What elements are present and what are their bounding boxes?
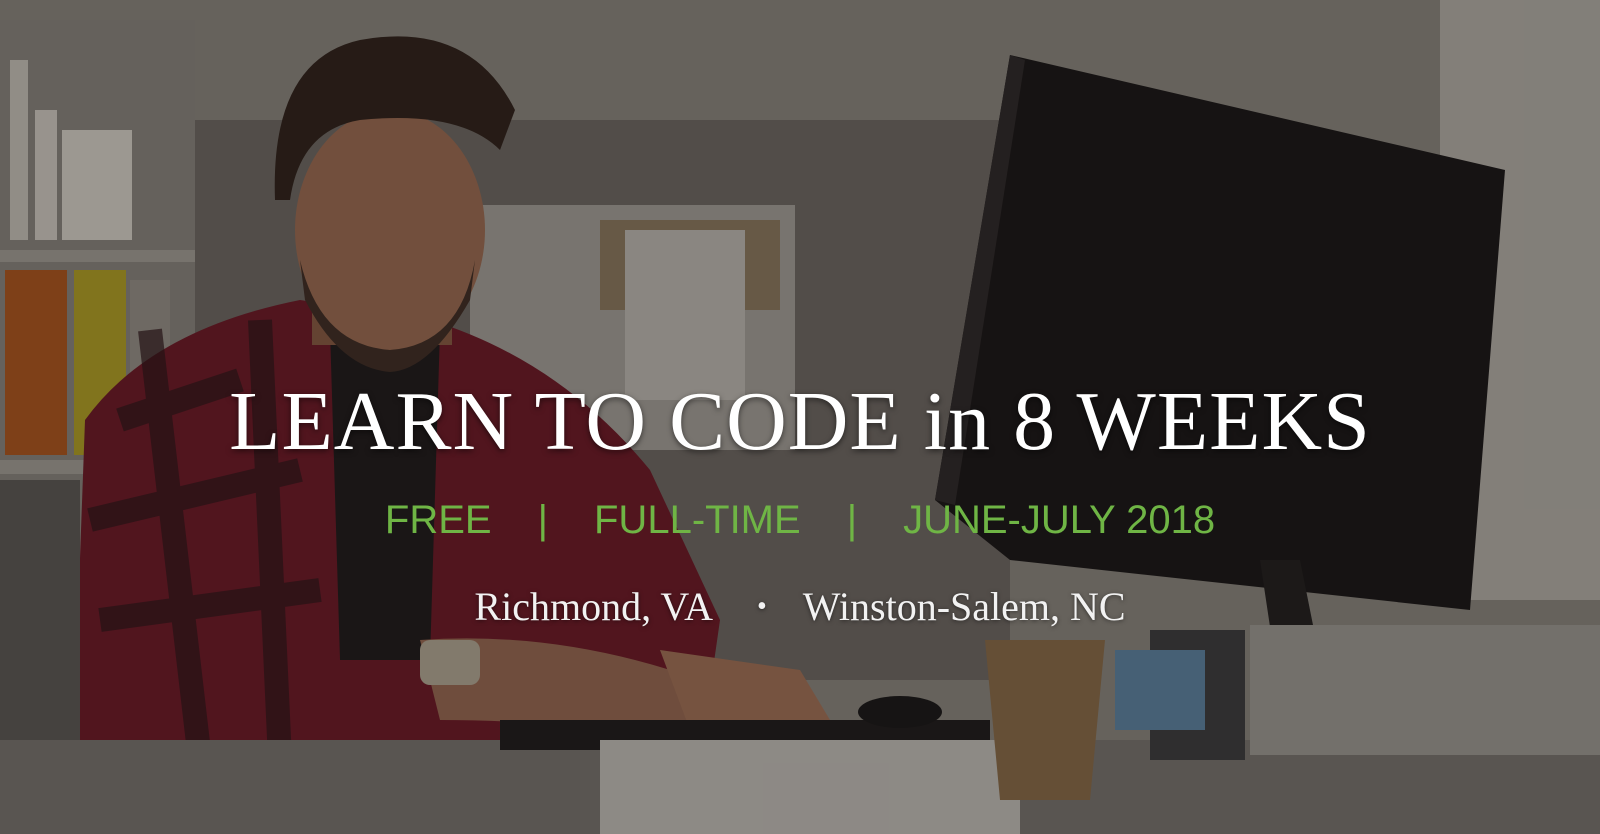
bullet-separator: • — [756, 591, 767, 622]
program-details: FREE | FULL-TIME | JUNE-JULY 2018 — [0, 500, 1600, 540]
headline: LEARN TO CODE in 8 WEEKS — [229, 375, 1371, 468]
detail-full-time: FULL-TIME — [594, 498, 801, 542]
location-richmond: Richmond, VA — [474, 584, 713, 629]
locations: Richmond, VA • Winston-Salem, NC — [0, 587, 1600, 627]
detail-separator: | — [846, 498, 858, 542]
location-winston-salem: Winston-Salem, NC — [802, 584, 1126, 629]
detail-free: FREE — [384, 498, 492, 542]
detail-separator: | — [537, 498, 548, 542]
detail-dates: JUNE-JULY 2018 — [903, 498, 1216, 542]
